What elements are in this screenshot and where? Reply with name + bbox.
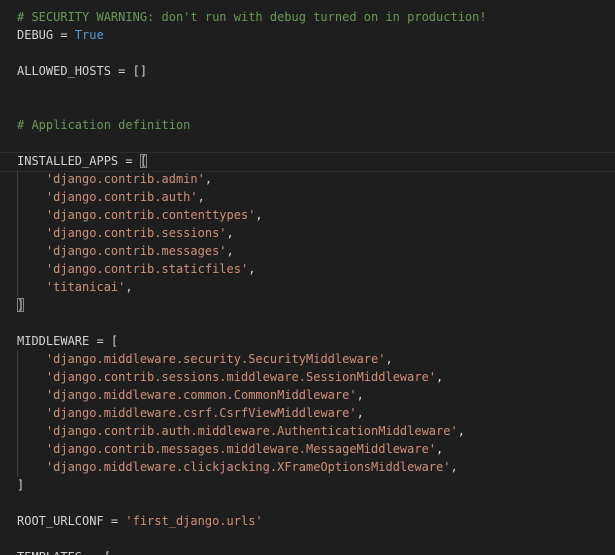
code-token-punct: ,	[226, 244, 234, 258]
code-line[interactable]: 'django.middleware.clickjacking.XFrameOp…	[17, 458, 458, 476]
code-token-string: 'django.middleware.clickjacking.XFrameOp…	[45, 460, 451, 474]
code-token-string: 'django.contrib.admin'	[45, 172, 205, 186]
code-token-punct: ,	[248, 262, 256, 276]
code-line[interactable]: ]	[17, 296, 25, 314]
code-token-punct: ,	[125, 280, 133, 294]
code-token-ident	[17, 370, 46, 384]
code-token-string: 'django.contrib.auth.middleware.Authenti…	[45, 424, 458, 438]
code-line[interactable]: DEBUG = True	[17, 26, 104, 44]
code-line[interactable]: ROOT_URLCONF = 'first_django.urls'	[17, 512, 263, 530]
code-token-ident	[17, 388, 46, 402]
code-token-string: 'django.contrib.messages'	[45, 244, 227, 258]
code-token-ident	[17, 262, 46, 276]
code-token-string: 'titanicai'	[45, 280, 126, 294]
code-token-string: 'django.middleware.csrf.CsrfViewMiddlewa…	[45, 406, 357, 420]
code-token-punct: [	[139, 154, 148, 168]
code-token-ident: ROOT_URLCONF =	[17, 514, 126, 528]
code-line[interactable]: 'django.contrib.messages',	[17, 242, 234, 260]
code-line[interactable]: 'django.contrib.sessions.middleware.Sess…	[17, 368, 443, 386]
code-line[interactable]: ]	[17, 476, 24, 494]
code-token-ident	[17, 208, 46, 222]
code-token-string: 'django.middleware.security.SecurityMidd…	[45, 352, 386, 366]
code-line[interactable]: 'django.middleware.security.SecurityMidd…	[17, 350, 393, 368]
code-token-ident	[17, 172, 46, 186]
code-token-string: 'first_django.urls'	[125, 514, 263, 528]
code-token-ident	[17, 226, 46, 240]
code-token-punct: ,	[204, 172, 213, 186]
code-line[interactable]: 'django.contrib.messages.middleware.Mess…	[17, 440, 443, 458]
code-line[interactable]: # Application definition	[17, 116, 190, 134]
code-token-string: 'django.contrib.auth'	[45, 190, 198, 204]
code-line[interactable]: # SECURITY WARNING: don't run with debug…	[17, 8, 487, 26]
code-line[interactable]: 'django.contrib.sessions',	[17, 224, 234, 242]
code-token-punct: ]	[17, 478, 25, 492]
code-token-punct: ,	[356, 388, 364, 402]
code-line[interactable]: 'django.contrib.auth.middleware.Authenti…	[17, 422, 465, 440]
code-token-comment: # Application definition	[17, 118, 191, 132]
code-token-ident	[17, 406, 46, 420]
code-token-string: 'django.contrib.contenttypes'	[45, 208, 256, 222]
code-editor[interactable]: # SECURITY WARNING: don't run with debug…	[0, 0, 615, 555]
code-token-punct: ]	[17, 298, 25, 312]
code-token-string: 'django.contrib.staticfiles'	[45, 262, 249, 276]
code-token-ident	[17, 442, 46, 456]
code-token-ident	[17, 190, 46, 204]
code-token-string: 'django.contrib.messages.middleware.Mess…	[45, 442, 437, 456]
code-token-punct: ,	[450, 460, 458, 474]
code-token-punct: ,	[255, 208, 263, 222]
code-token-ident	[17, 460, 46, 474]
code-line[interactable]: 'django.contrib.staticfiles',	[17, 260, 256, 278]
code-token-string: 'django.contrib.sessions'	[45, 226, 227, 240]
code-token-string: 'django.contrib.sessions.middleware.Sess…	[45, 370, 437, 384]
code-line[interactable]: 'django.contrib.auth',	[17, 188, 205, 206]
code-line[interactable]: 'django.contrib.contenttypes',	[17, 206, 263, 224]
code-line[interactable]: TEMPLATES = [	[17, 548, 111, 555]
code-token-ident	[17, 352, 46, 366]
code-line[interactable]: 'titanicai',	[17, 278, 133, 296]
code-token-ident: ALLOWED_HOSTS = []	[17, 64, 148, 78]
code-token-string: 'django.middleware.common.CommonMiddlewa…	[45, 388, 357, 402]
code-token-ident: MIDDLEWARE = [	[17, 334, 119, 348]
code-token-punct: ,	[356, 406, 364, 420]
code-line[interactable]: MIDDLEWARE = [	[17, 332, 118, 350]
code-token-comment: # SECURITY WARNING: don't run with debug…	[17, 10, 487, 24]
code-token-ident: DEBUG =	[17, 28, 75, 42]
code-token-ident: TEMPLATES = [	[17, 550, 111, 555]
code-token-ident	[17, 424, 46, 438]
code-token-ident	[17, 244, 46, 258]
code-line[interactable]: ALLOWED_HOSTS = []	[17, 62, 147, 80]
code-line[interactable]: 'django.contrib.admin',	[17, 170, 212, 188]
code-token-punct: ,	[436, 370, 444, 384]
code-token-ident	[17, 280, 46, 294]
code-token-punct: ,	[197, 190, 205, 204]
code-token-punct: ,	[457, 424, 465, 438]
code-token-ident: INSTALLED_APPS =	[17, 154, 140, 168]
code-token-keyword: True	[74, 28, 104, 42]
code-token-punct: ,	[436, 442, 444, 456]
code-token-punct: ,	[385, 352, 393, 366]
code-token-punct: ,	[226, 226, 234, 240]
code-line[interactable]: 'django.middleware.common.CommonMiddlewa…	[17, 386, 364, 404]
code-line[interactable]: 'django.middleware.csrf.CsrfViewMiddlewa…	[17, 404, 364, 422]
code-line[interactable]: INSTALLED_APPS = [	[0, 152, 615, 172]
